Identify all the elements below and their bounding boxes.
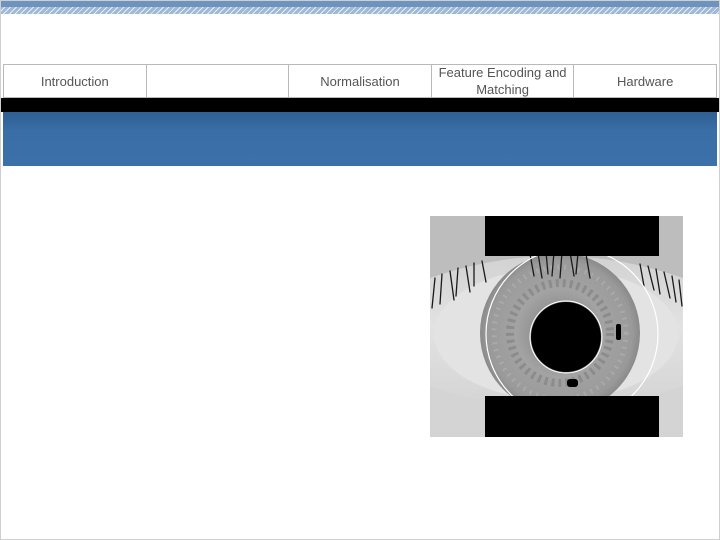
upper-eyelid-mask xyxy=(485,216,659,256)
eyelid-noise-spot-right xyxy=(616,324,621,340)
nav-tab-introduction[interactable]: Introduction xyxy=(4,65,147,98)
navigation-table: Introduction Normalisation Feature Encod… xyxy=(3,64,717,98)
nav-tab-feature-encoding[interactable]: Feature Encoding and Matching xyxy=(431,65,575,98)
divider-band xyxy=(0,98,720,112)
segmented-iris-image xyxy=(430,216,683,437)
nav-tab-normalisation[interactable]: Normalisation xyxy=(289,65,432,98)
decorative-header-stripe xyxy=(0,0,720,14)
lower-eyelid-mask xyxy=(485,396,659,437)
eyelid-noise-spot-bottom xyxy=(567,379,578,387)
title-banner xyxy=(3,112,717,166)
nav-tab-blank[interactable] xyxy=(146,65,290,98)
nav-tab-hardware[interactable]: Hardware xyxy=(574,65,717,98)
pupil xyxy=(531,302,601,372)
